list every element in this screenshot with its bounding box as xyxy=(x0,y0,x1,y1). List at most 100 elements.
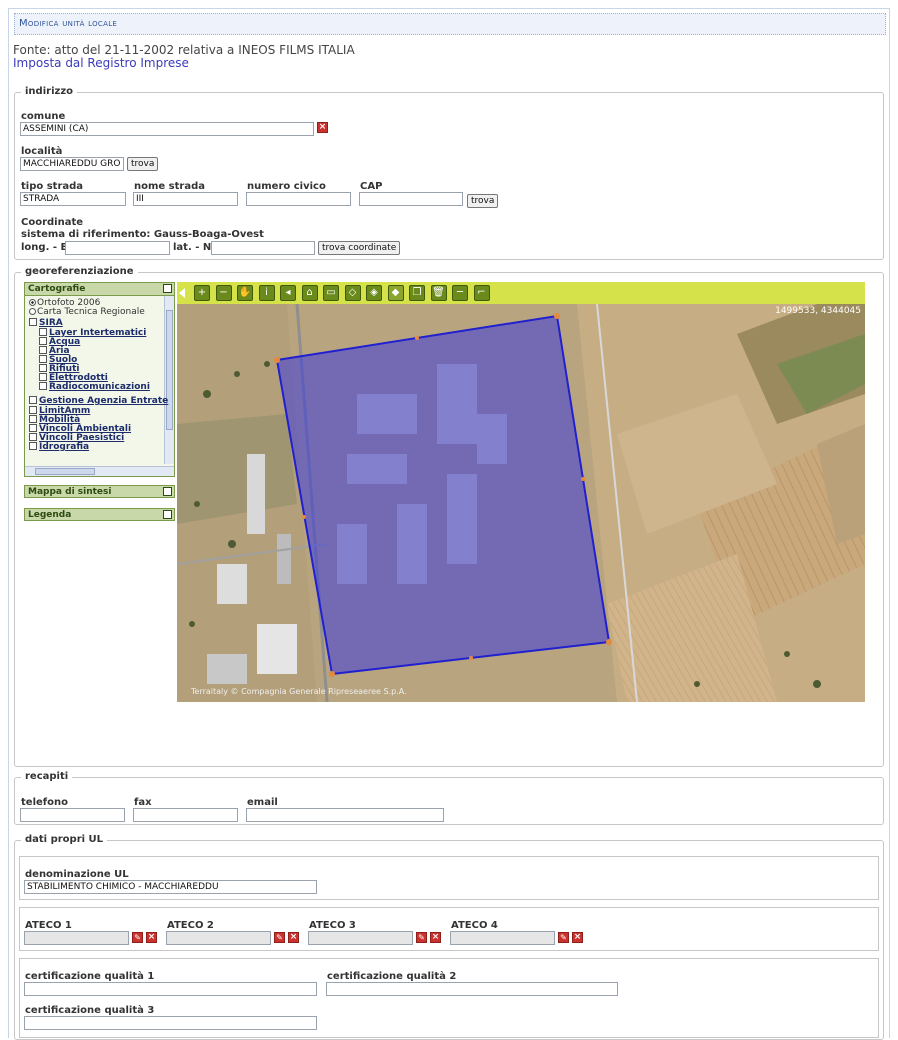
info-icon[interactable]: i xyxy=(258,285,275,301)
trova-cap-button[interactable]: trova xyxy=(467,194,499,208)
checkbox-icon[interactable] xyxy=(39,355,47,363)
telefono-field[interactable] xyxy=(20,808,125,822)
checkbox-icon[interactable] xyxy=(29,415,37,423)
fax-label: fax xyxy=(134,797,152,808)
ateco2-field[interactable] xyxy=(166,931,271,945)
aerial-photo xyxy=(177,304,865,702)
checkbox-icon[interactable] xyxy=(39,346,47,354)
checkbox-icon[interactable] xyxy=(39,364,47,372)
pan-hand-icon[interactable]: ✋ xyxy=(237,285,253,301)
layer-label: SIRA xyxy=(39,318,63,328)
tipo-strada-label: tipo strada xyxy=(21,181,84,192)
checkbox-icon[interactable] xyxy=(29,396,37,404)
clear-ateco1-button[interactable]: × xyxy=(146,932,157,943)
lat-label: lat. - N xyxy=(173,242,212,253)
edit-pencil-icon[interactable]: ✎ xyxy=(274,932,285,943)
recapiti-legend: recapiti xyxy=(21,771,73,782)
cartografie-panel: Cartografie Ortofoto 2006 Carta Tecnica R… xyxy=(24,282,175,477)
checkbox-icon[interactable] xyxy=(39,373,47,381)
radio-icon[interactable] xyxy=(29,299,36,306)
ateco4-field[interactable] xyxy=(450,931,555,945)
source-link[interactable]: Imposta dal Registro Imprese xyxy=(13,56,189,70)
cap-label: CAP xyxy=(360,181,383,192)
lat-field[interactable] xyxy=(211,241,315,255)
layer-item[interactable]: Gestione Agenzia Entrate xyxy=(29,396,168,406)
checkbox-icon[interactable] xyxy=(29,406,37,414)
checkbox-icon[interactable] xyxy=(39,328,47,336)
legenda-panel[interactable]: Legenda xyxy=(24,508,175,521)
horizontal-scrollbar[interactable] xyxy=(25,466,174,476)
select-icon[interactable]: ▭ xyxy=(323,285,339,301)
nome-strada-field[interactable]: III xyxy=(133,192,238,206)
clear-ateco3-button[interactable]: × xyxy=(430,932,441,943)
vertical-scrollbar[interactable] xyxy=(164,296,174,464)
mappa-sintesi-panel[interactable]: Mappa di sintesi xyxy=(24,485,175,498)
coords-readout: 1499533, 4344045 xyxy=(775,306,861,316)
clear-comune-button[interactable]: × xyxy=(317,122,328,133)
ateco3-field[interactable] xyxy=(308,931,413,945)
map-canvas[interactable]: 1499533, 4344045 Terraitaly © Compagnia … xyxy=(177,304,865,702)
checkbox-icon[interactable] xyxy=(29,318,37,326)
clear-ateco2-button[interactable]: × xyxy=(288,932,299,943)
checkbox-icon[interactable] xyxy=(29,442,37,450)
tipo-strada-field[interactable]: STRADA xyxy=(20,192,126,206)
comune-field[interactable]: ASSEMINI (CA) xyxy=(20,122,314,136)
layer-item[interactable]: Carta Tecnica Regionale xyxy=(29,307,145,317)
fax-field[interactable] xyxy=(133,808,238,822)
checkbox-icon[interactable] xyxy=(39,382,47,390)
polygon-edit-icon[interactable]: ◈ xyxy=(366,285,382,301)
ateco2-label: ATECO 2 xyxy=(167,920,214,931)
layer-item[interactable]: Radiocomunicazioni xyxy=(39,382,150,392)
ateco-box xyxy=(19,907,879,951)
layer-label: Gestione Agenzia Entrate xyxy=(39,396,169,406)
cert1-label: certificazione qualità 1 xyxy=(25,971,155,982)
cert3-field[interactable] xyxy=(24,1016,317,1030)
back-icon[interactable]: ◂ xyxy=(280,285,296,301)
cert1-field[interactable] xyxy=(24,982,317,996)
long-field[interactable] xyxy=(65,241,170,255)
layer-item[interactable]: SIRA xyxy=(29,318,63,328)
comune-label: comune xyxy=(21,111,66,122)
measure-area-icon[interactable]: ⌐ xyxy=(473,285,490,301)
map-copyright: Terraitaly © Compagnia Generale Ripresea… xyxy=(191,687,407,696)
edit-pencil-icon[interactable]: ✎ xyxy=(558,932,569,943)
ateco1-field[interactable] xyxy=(24,931,129,945)
mappa-sintesi-title: Mappa di sintesi xyxy=(28,487,112,497)
zoom-in-icon[interactable]: + xyxy=(194,285,210,301)
checkbox-icon[interactable] xyxy=(29,433,37,441)
numero-civico-field[interactable] xyxy=(246,192,351,206)
edit-pencil-icon[interactable]: ✎ xyxy=(132,932,143,943)
ateco3-label: ATECO 3 xyxy=(309,920,356,931)
trova-coordinate-button[interactable]: trova coordinate xyxy=(318,241,401,255)
collapse-arrow-icon[interactable] xyxy=(179,288,185,298)
trova-localita-button[interactable]: trova xyxy=(127,157,159,171)
home-icon[interactable]: ⌂ xyxy=(301,285,318,301)
expand-icon[interactable] xyxy=(163,510,172,519)
localita-field[interactable]: MACCHIAREDDU GRO xyxy=(20,157,124,171)
numero-civico-label: numero civico xyxy=(247,181,326,192)
zoom-out-icon[interactable]: − xyxy=(215,285,232,301)
polygon-icon[interactable]: ◇ xyxy=(344,285,361,301)
radio-icon[interactable] xyxy=(29,308,36,315)
cert2-field[interactable] xyxy=(326,982,618,996)
dati-ul-legend: dati propri UL xyxy=(21,834,108,845)
trash-icon[interactable]: 🗑 xyxy=(430,285,447,301)
layer-list: Ortofoto 2006 Carta Tecnica Regionale SIRA… xyxy=(25,296,174,476)
copy-icon[interactable]: ❐ xyxy=(409,285,425,301)
minimize-icon[interactable] xyxy=(163,284,172,293)
measure-line-icon[interactable]: ─ xyxy=(452,285,468,301)
long-label: long. - E xyxy=(21,242,68,253)
sistema-riferimento-label: sistema di riferimento: Gauss-Boaga-Oves… xyxy=(21,229,264,240)
cap-field[interactable] xyxy=(359,192,463,206)
checkbox-icon[interactable] xyxy=(39,337,47,345)
legenda-title: Legenda xyxy=(28,510,72,520)
email-field[interactable] xyxy=(246,808,444,822)
expand-icon[interactable] xyxy=(163,487,172,496)
layer-item[interactable]: Idrografia xyxy=(29,442,89,452)
checkbox-icon[interactable] xyxy=(29,424,37,432)
clear-ateco4-button[interactable]: × xyxy=(572,932,583,943)
edit-pencil-icon[interactable]: ✎ xyxy=(416,932,427,943)
denominazione-field[interactable]: STABILIMENTO CHIMICO - MACCHIAREDDU xyxy=(24,880,317,894)
cartografie-header[interactable]: Cartografie xyxy=(25,283,174,296)
polygon-active-icon[interactable]: ◆ xyxy=(387,285,404,301)
